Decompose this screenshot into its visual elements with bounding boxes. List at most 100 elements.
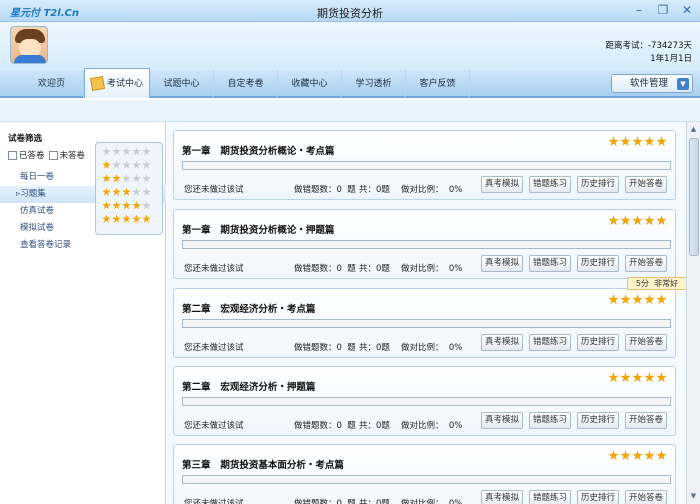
star-icon — [112, 174, 121, 183]
star-filter-popup — [95, 142, 163, 235]
paper-title: 第一章 期货投资分析概论・押题篇 — [182, 225, 335, 236]
close-icon[interactable]: ✕ — [680, 4, 694, 17]
stat-wrong: 做错题数：0 题 — [294, 264, 356, 274]
history-rank-button[interactable]: 历史排行 — [577, 490, 619, 504]
nav-custom-paper[interactable]: 自定考卷 — [214, 70, 278, 98]
countdown-date: 1年1月1日 — [650, 54, 692, 64]
minimize-icon[interactable]: – — [632, 4, 646, 17]
star-icon — [632, 215, 643, 226]
start-answer-button[interactable]: 开始答卷 — [625, 490, 667, 504]
software-manage-button[interactable]: 软件管理 ▼ — [611, 74, 693, 93]
scroll-thumb[interactable] — [689, 138, 699, 256]
stat-total: 共：0题 — [359, 421, 390, 431]
star-icon — [632, 372, 643, 383]
history-rank-button[interactable]: 历史排行 — [577, 412, 619, 429]
stat-ratio: 做对比例： 0% — [401, 343, 463, 353]
paper-actions: 真考模拟 错题练习 历史排行 开始答卷 — [481, 334, 667, 351]
paper-title: 第二章 宏观经济分析・押题篇 — [182, 382, 316, 393]
paper-card: 第二章 宏观经济分析・押题篇您还未做过该试 做错题数：0 题共：0题 做对比例： 0… — [173, 366, 676, 436]
star-filter-row[interactable] — [102, 214, 156, 229]
real-exam-button[interactable]: 真考模拟 — [481, 490, 523, 504]
real-exam-button[interactable]: 真考模拟 — [481, 412, 523, 429]
avatar — [10, 26, 48, 64]
paper-stats: 您还未做过该试 做错题数：0 题共：0题 做对比例： 0% — [184, 419, 462, 431]
rating-tooltip: 5分 非常好 — [627, 277, 686, 290]
nav-welcome[interactable]: 欢迎页 — [20, 70, 84, 98]
filter-unanswered[interactable]: 未答卷 — [48, 149, 85, 161]
star-filter-row[interactable] — [102, 187, 156, 202]
star-filter-row[interactable] — [102, 147, 156, 161]
sidebar-item-records[interactable]: 查看答卷记录 — [0, 237, 166, 254]
paper-title: 第二章 宏观经济分析・考点篇 — [182, 304, 316, 315]
paper-stats: 您还未做过该试 做错题数：0 题共：0题 做对比例： 0% — [184, 497, 462, 504]
nav-feedback[interactable]: 客户反馈 — [406, 70, 470, 98]
filter-answered[interactable]: 已答卷 — [8, 149, 45, 161]
checkbox[interactable] — [8, 150, 17, 160]
star-icon — [122, 187, 131, 196]
start-answer-button[interactable]: 开始答卷 — [625, 176, 667, 193]
star-icon — [132, 174, 141, 183]
star-icon — [608, 136, 619, 147]
star-icon — [102, 187, 111, 196]
star-icon — [608, 372, 619, 383]
software-manage-label: 软件管理 — [630, 78, 669, 89]
wrong-practice-button[interactable]: 错题练习 — [529, 176, 571, 193]
filter-title: 试卷筛选 — [8, 134, 43, 144]
wrong-practice-button[interactable]: 错题练习 — [529, 412, 571, 429]
star-icon — [620, 215, 631, 226]
note-icon — [89, 75, 106, 92]
start-answer-button[interactable]: 开始答卷 — [625, 412, 667, 429]
start-answer-button[interactable]: 开始答卷 — [625, 255, 667, 272]
star-icon — [620, 450, 631, 461]
stat-total: 共：0题 — [359, 499, 390, 504]
wrong-practice-button[interactable]: 错题练习 — [529, 490, 571, 504]
nav-study-analysis[interactable]: 学习透析 — [342, 70, 406, 98]
star-icon — [656, 294, 667, 305]
star-icon — [620, 372, 631, 383]
stat-status: 您还未做过该试 — [184, 343, 244, 353]
history-rank-button[interactable]: 历史排行 — [577, 334, 619, 351]
star-filter-row[interactable] — [102, 201, 156, 215]
history-rank-button[interactable]: 历史排行 — [577, 176, 619, 193]
scroll-up-icon[interactable]: ▲ — [688, 124, 699, 135]
paper-actions: 真考模拟 错题练习 历史排行 开始答卷 — [481, 490, 667, 504]
star-icon — [102, 174, 111, 183]
wrong-practice-button[interactable]: 错题练习 — [529, 334, 571, 351]
scrollbar[interactable]: ▲ ▼ — [686, 122, 700, 504]
window-title: 期货投资分析 — [317, 7, 383, 20]
star-icon — [656, 215, 667, 226]
restore-icon[interactable]: ❐ — [656, 4, 670, 17]
star-icon — [632, 136, 643, 147]
paper-card: 第一章 期货投资分析概论・考点篇 您还未做过该试 做错题数：0 题共：0题 做对比例：… — [173, 130, 676, 200]
star-icon — [142, 160, 151, 169]
stat-wrong: 做错题数：0 题 — [294, 421, 356, 431]
star-icon — [132, 201, 141, 210]
star-icon — [132, 147, 141, 156]
filter-options: 已答卷 未答卷 — [8, 149, 85, 161]
star-icon — [608, 215, 619, 226]
real-exam-button[interactable]: 真考模拟 — [481, 176, 523, 193]
wrong-practice-button[interactable]: 错题练习 — [529, 255, 571, 272]
scroll-down-icon[interactable]: ▼ — [688, 491, 699, 502]
star-icon — [656, 372, 667, 383]
nav-favorites[interactable]: 收藏中心 — [278, 70, 342, 98]
star-icon — [644, 294, 655, 305]
header: 距离考试：-734273天 1年1月1日 — [0, 22, 700, 70]
progress-bar — [182, 240, 671, 249]
real-exam-button[interactable]: 真考模拟 — [481, 255, 523, 272]
start-answer-button[interactable]: 开始答卷 — [625, 334, 667, 351]
real-exam-button[interactable]: 真考模拟 — [481, 334, 523, 351]
nav-question-center[interactable]: 试题中心 — [150, 70, 214, 98]
star-filter-row[interactable] — [102, 160, 156, 175]
progress-bar — [182, 475, 671, 484]
star-icon — [142, 201, 151, 210]
chevron-down-icon: ▼ — [677, 78, 689, 90]
checkbox[interactable] — [48, 150, 58, 160]
nav-exam-center[interactable]: 考试中心 — [84, 68, 150, 98]
star-icon — [632, 294, 643, 305]
star-icon — [112, 160, 121, 169]
progress-bar — [182, 161, 671, 170]
star-filter-row[interactable] — [102, 174, 156, 188]
star-icon — [132, 160, 141, 169]
history-rank-button[interactable]: 历史排行 — [577, 255, 619, 272]
